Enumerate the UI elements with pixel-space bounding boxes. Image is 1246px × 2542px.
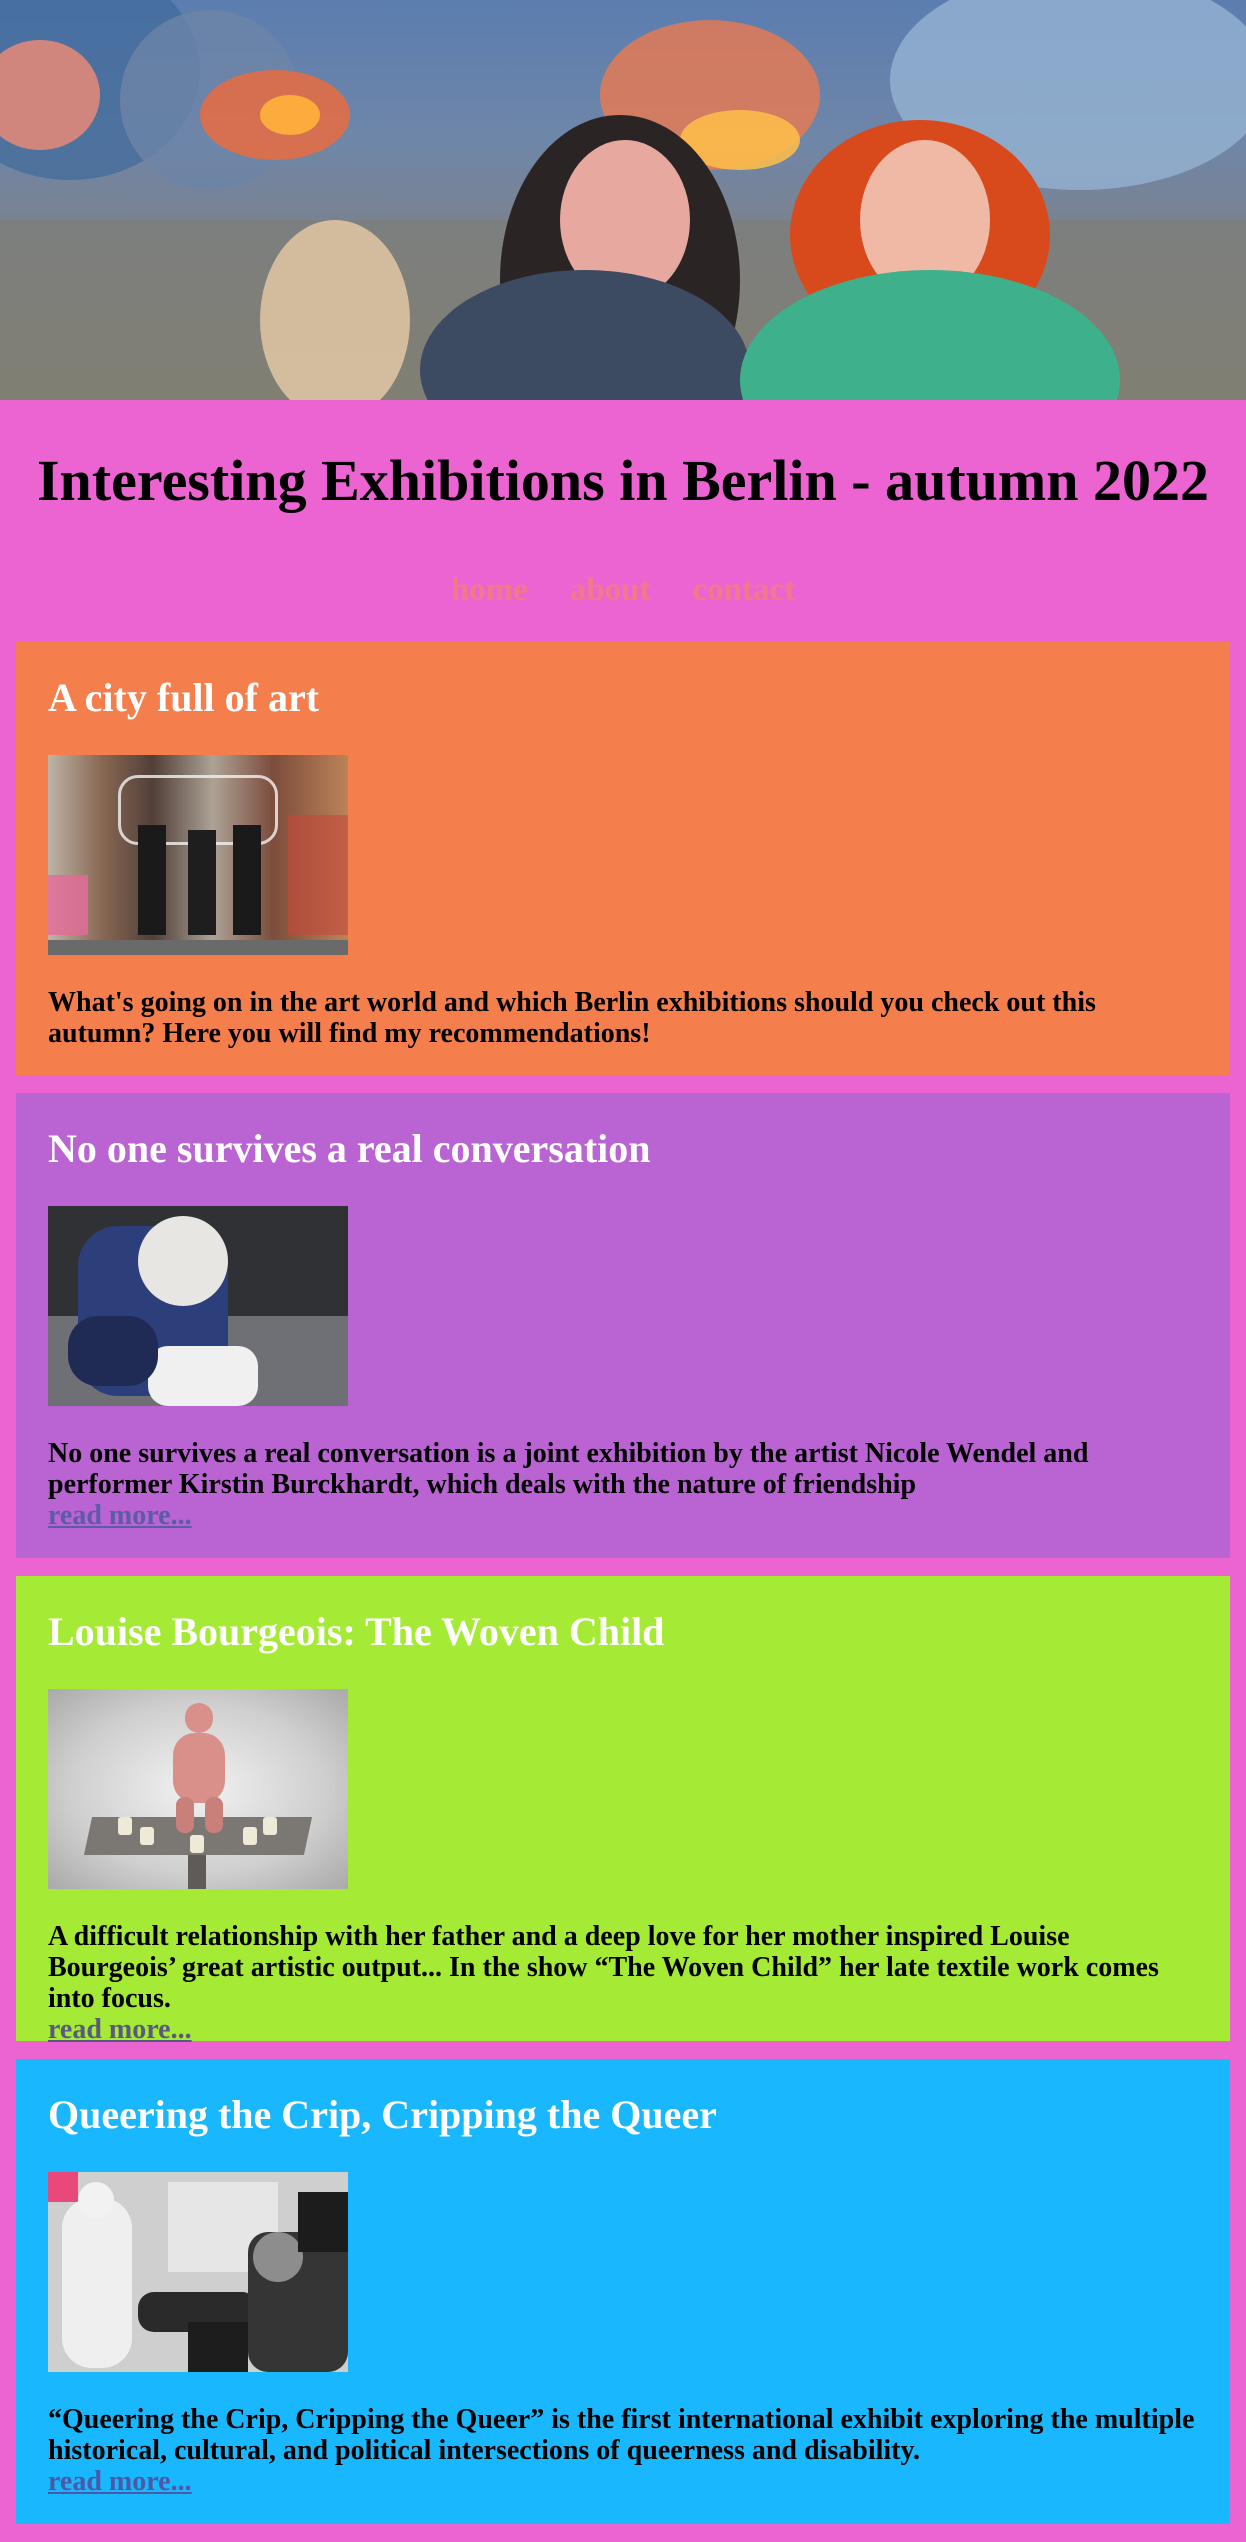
article-card-no-one-survives: No one survives a real conversation No o… <box>16 1093 1230 1558</box>
article-card-queering-the-crip: Queering the Crip, Cripping the Queer “Q… <box>16 2059 1230 2524</box>
article-summary: No one survives a real conversation is a… <box>48 1438 1089 1500</box>
exhibition-image <box>48 2172 348 2372</box>
article-summary: What's going on in the art world and whi… <box>48 987 1096 1049</box>
main-nav: home about contact <box>0 570 1246 610</box>
hero-image <box>0 0 1246 400</box>
article-card-louise-bourgeois: Louise Bourgeois: The Woven Child A diff… <box>16 1576 1230 2045</box>
article-summary: A difficult relationship with her father… <box>48 1921 1159 2014</box>
article-card-city-full-of-art: A city full of art What's going on in th… <box>16 642 1230 1075</box>
article-summary: “Queering the Crip, Cripping the Queer” … <box>48 2404 1195 2466</box>
article-title: No one survives a real conversation <box>48 1126 651 1171</box>
read-more-link[interactable]: read more... <box>48 2466 192 2497</box>
sculpture-image <box>48 1689 348 1889</box>
page-title: Interesting Exhibitions in Berlin - autu… <box>36 448 1209 513</box>
article-title: Queering the Crip, Cripping the Queer <box>48 2092 717 2137</box>
read-more-link[interactable]: read more... <box>48 2014 192 2045</box>
nav-home-link[interactable]: home <box>451 570 528 610</box>
nav-contact-link[interactable]: contact <box>693 570 796 610</box>
nav-about-link[interactable]: about <box>570 570 651 610</box>
street-art-image <box>48 755 348 955</box>
performers-image <box>48 1206 348 1406</box>
article-title: A city full of art <box>48 675 320 720</box>
read-more-link[interactable]: read more... <box>48 1500 192 1531</box>
article-title: Louise Bourgeois: The Woven Child <box>48 1609 665 1654</box>
